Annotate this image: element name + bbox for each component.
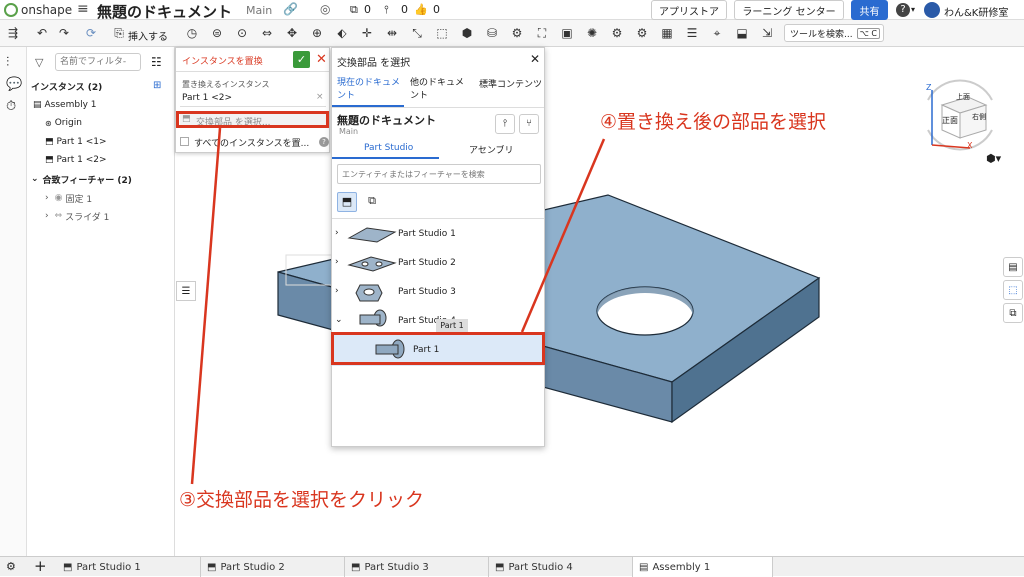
step4-annotation: ④置き換え後の部品を選択 [600,111,827,133]
tab-label: Assembly 1 [652,561,711,573]
tab-part-studio-4[interactable]: ⬒ Part Studio 4 [489,557,633,577]
tab-part-studio-1[interactable]: ⬒ Part Studio 1 [57,557,201,577]
part-studio-icon: ⬒ [63,561,73,573]
tab-part-studio-3[interactable]: ⬒ Part Studio 3 [345,557,489,577]
step3-annotation: ③交換部品を選択をクリック [179,489,425,511]
tab-label: Part Studio 2 [220,561,285,573]
part-studio-icon: ⬒ [207,561,217,573]
assembly-icon: ▤ [639,561,649,573]
tab-label: Part Studio 3 [364,561,429,573]
bottom-tab-bar: ⚙ + ⬒ Part Studio 1 ⬒ Part Studio 2 ⬒ Part … [0,556,1024,577]
annotation-lines [190,127,606,485]
add-tab-icon[interactable]: + [34,557,47,575]
settings-icon[interactable]: ⚙ [6,560,16,573]
tab-label: Part Studio 1 [76,561,141,573]
tab-part-studio-2[interactable]: ⬒ Part Studio 2 [201,557,345,577]
part-studio-icon: ⬒ [495,561,505,573]
tab-assembly-1[interactable]: ▤ Assembly 1 [633,557,773,577]
tab-label: Part Studio 4 [508,561,573,573]
part-studio-icon: ⬒ [351,561,361,573]
